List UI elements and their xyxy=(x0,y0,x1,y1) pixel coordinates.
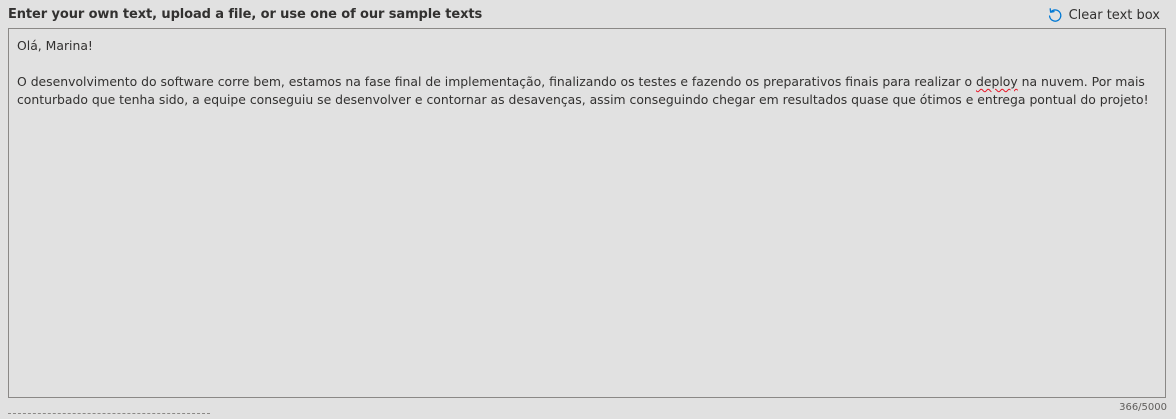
text-segment-before: O desenvolvimento do software corre bem,… xyxy=(17,74,977,89)
clear-text-box-label: Clear text box xyxy=(1068,7,1160,23)
undo-arrow-icon xyxy=(1047,7,1063,23)
upload-drop-zone-edge[interactable] xyxy=(8,413,210,419)
text-greeting: Olá, Marina! xyxy=(17,38,93,53)
clear-text-box-button[interactable]: Clear text box xyxy=(1047,5,1160,25)
text-input-header: Enter your own text, upload a file, or u… xyxy=(0,0,1176,28)
character-counter: 366/5000 xyxy=(1119,402,1167,413)
spellcheck-flagged-word[interactable]: deploy xyxy=(976,74,1018,89)
source-text-area[interactable]: Olá, Marina! O desenvolvimento do softwa… xyxy=(8,28,1166,398)
text-paragraph: O desenvolvimento do software corre bem,… xyxy=(17,73,1157,109)
instructions-label: Enter your own text, upload a file, or u… xyxy=(8,7,483,22)
